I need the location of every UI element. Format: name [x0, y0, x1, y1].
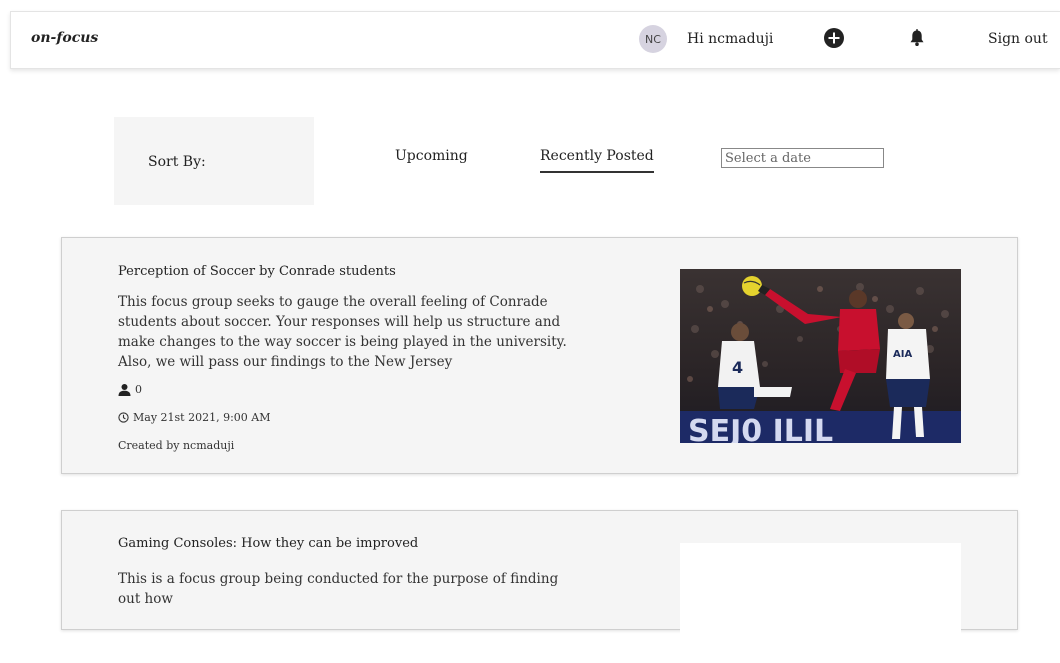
svg-text:4: 4: [732, 358, 743, 377]
brand-logo[interactable]: on-focus: [31, 30, 98, 46]
post-description: This is a focus group being conducted fo…: [118, 571, 559, 607]
svg-text:SEJ0 ILIL: SEJ0 ILIL: [688, 414, 833, 443]
plus-circle-icon[interactable]: [824, 28, 844, 48]
user-greeting: Hi ncmaduji: [687, 31, 774, 47]
avatar[interactable]: NC: [639, 25, 667, 53]
clock-icon: [118, 412, 129, 423]
bell-icon[interactable]: [909, 29, 925, 47]
tab-recently-posted[interactable]: Recently Posted: [540, 148, 654, 173]
post-creator: Created by ncmaduji: [118, 439, 235, 452]
post-image-soccer: SEJ0 ILIL 4 AIA: [680, 269, 961, 443]
top-navbar: on-focus NC Hi ncmaduji Sign out: [10, 11, 1060, 69]
post-card[interactable]: Perception of Soccer by Conrade students…: [61, 237, 1018, 474]
tab-upcoming[interactable]: Upcoming: [395, 148, 468, 164]
svg-text:AIA: AIA: [893, 349, 912, 360]
post-description: This focus group seeks to gauge the over…: [118, 294, 567, 370]
post-title[interactable]: Perception of Soccer by Conrade students: [118, 264, 396, 279]
post-title[interactable]: Gaming Consoles: How they can be improve…: [118, 536, 418, 551]
post-datetime-value: May 21st 2021, 9:00 AM: [133, 411, 271, 424]
signout-link[interactable]: Sign out: [988, 31, 1048, 47]
post-datetime: May 21st 2021, 9:00 AM: [118, 411, 270, 424]
sort-label: Sort By:: [148, 154, 206, 170]
post-image-gaming: [680, 543, 961, 663]
user-icon: [118, 383, 131, 396]
attendee-count: 0: [118, 383, 142, 396]
post-card[interactable]: Gaming Consoles: How they can be improve…: [61, 510, 1018, 663]
date-picker-input[interactable]: [721, 148, 884, 168]
attendee-count-value: 0: [135, 383, 142, 396]
sort-box: Sort By:: [114, 117, 314, 205]
